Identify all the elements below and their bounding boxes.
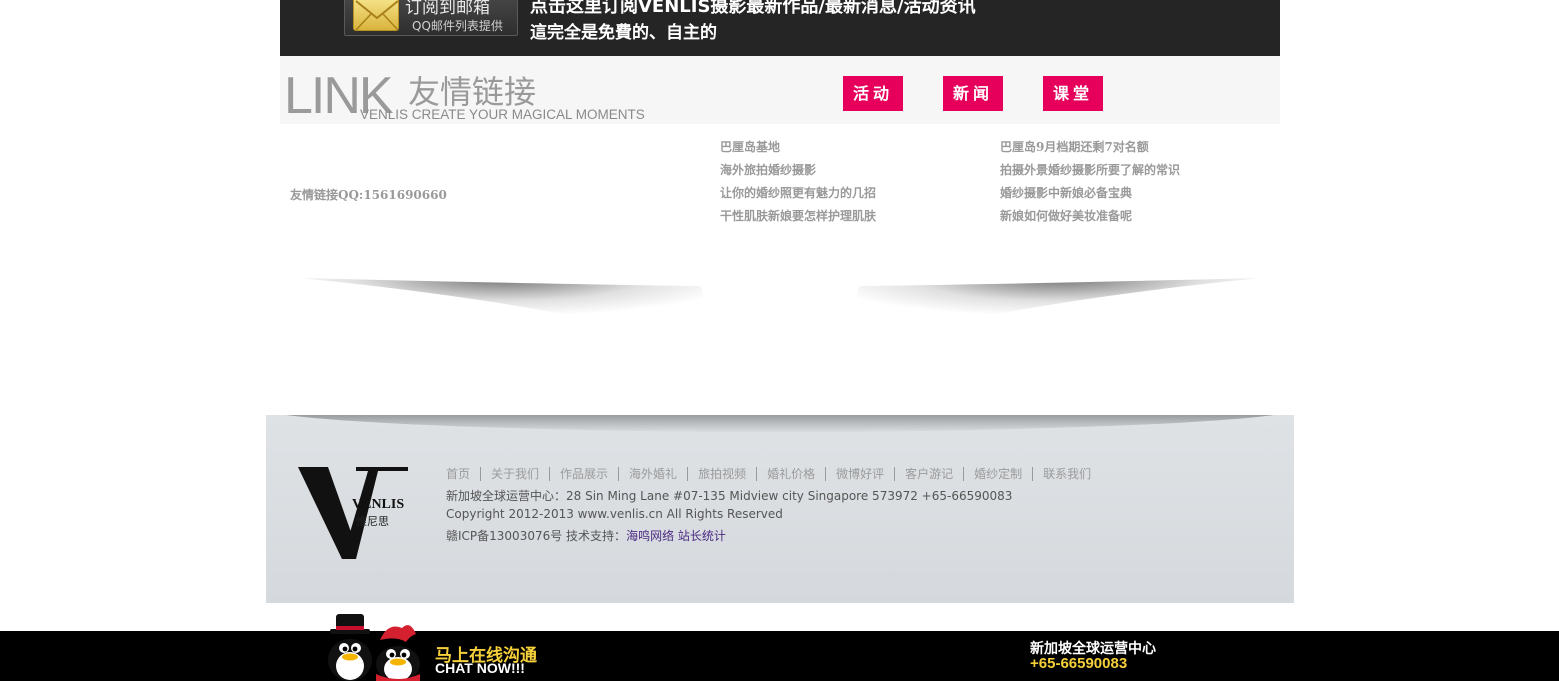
support-link[interactable]: 海鸣网络 [626, 529, 674, 543]
friend-link-qq: 友情链接QQ:1561690660 [290, 188, 447, 202]
list-item[interactable]: 巴厘岛基地 [720, 139, 876, 162]
chat-phone: +65-66590083 [1030, 655, 1128, 672]
footer-copyright: Copyright 2012-2013 www.venlis.cn All Ri… [446, 507, 783, 521]
decorative-shadow [300, 278, 1260, 342]
footer-nav-home[interactable]: 首页 [446, 467, 480, 481]
footer-nav-travel-video[interactable]: 旅拍视频 [687, 467, 756, 481]
chat-now-english[interactable]: CHAT NOW!!! [435, 660, 525, 676]
list-item[interactable]: 干性肌肤新娘要怎样护理肌肤 [720, 208, 876, 231]
subscribe-mail-button[interactable]: 订阅到邮箱 QQ邮件列表提供 [344, 0, 518, 36]
list-item[interactable]: 海外旅拍婚纱摄影 [720, 162, 876, 185]
footer-nav-contact[interactable]: 联系我们 [1032, 467, 1101, 481]
footer-nav-client-journals[interactable]: 客户游记 [894, 467, 963, 481]
stats-link[interactable]: 站长统计 [678, 529, 726, 543]
footer-nav-prices[interactable]: 婚礼价格 [756, 467, 825, 481]
site-footer: VENLIS 惟尼思 首页 关于我们 作品展示 海外婚礼 旅拍视频 婚礼价格 微… [266, 415, 1294, 603]
footer-top-shadow [286, 415, 1274, 433]
footer-nav: 首页 关于我们 作品展示 海外婚礼 旅拍视频 婚礼价格 微博好评 客户游记 婚纱… [446, 467, 1101, 481]
news-list-right: 巴厘岛9月档期还剩7对名额 拍摄外景婚纱摄影所要了解的常识 婚纱摄影中新娘必备宝… [1000, 139, 1180, 231]
subscribe-mail-provider: QQ邮件列表提供 [412, 19, 503, 33]
tab-classroom[interactable]: 课堂 [1043, 76, 1103, 111]
qq-penguin-icon[interactable] [318, 610, 430, 681]
list-item[interactable]: 新娘如何做好美妆准备呢 [1000, 208, 1180, 231]
link-logo-slogan: VENLIS CREATE YOUR MAGICAL MOMENTS [360, 107, 645, 122]
footer-nav-dress-custom[interactable]: 婚纱定制 [963, 467, 1032, 481]
footer-nav-works[interactable]: 作品展示 [549, 467, 618, 481]
footer-address: 新加坡全球运营中心：28 Sin Ming Lane #07-135 Midvi… [446, 489, 1013, 503]
list-item[interactable]: 婚纱摄影中新娘必备宝典 [1000, 185, 1180, 208]
venlis-logo: VENLIS 惟尼思 [298, 463, 412, 563]
subscribe-note: 這完全是免費的、自主的 [530, 23, 717, 43]
list-item[interactable]: 让你的婚纱照更有魅力的几招 [720, 185, 876, 208]
subscribe-link[interactable]: 点击这里订阅VENLIS摄影最新作品/最新消息/活动资讯 [530, 0, 976, 18]
footer-icp: 赣ICP备13003076号 技术支持：海鸣网络 站长统计 [446, 527, 726, 544]
footer-nav-overseas-wedding[interactable]: 海外婚礼 [618, 467, 687, 481]
footer-icp-text: 赣ICP备13003076号 技术支持： [446, 529, 627, 543]
news-list-left: 巴厘岛基地 海外旅拍婚纱摄影 让你的婚纱照更有魅力的几招 干性肌肤新娘要怎样护理… [720, 139, 876, 231]
footer-nav-weibo-reviews[interactable]: 微博好评 [825, 467, 894, 481]
logo-chinese: 惟尼思 [356, 515, 389, 528]
envelope-icon [353, 0, 399, 31]
subscribe-mail-title: 订阅到邮箱 [405, 0, 490, 18]
list-item[interactable]: 巴厘岛9月档期还剩7对名额 [1000, 139, 1180, 162]
tab-news[interactable]: 新闻 [943, 76, 1003, 111]
chat-bar: 马上在线沟通 CHAT NOW!!! 新加坡全球运营中心 +65-6659008… [0, 631, 1559, 681]
footer-nav-about[interactable]: 关于我们 [480, 467, 549, 481]
logo-text: VENLIS [352, 497, 405, 512]
friend-links-header: LINK 友情链接 VENLIS CREATE YOUR MAGICAL MOM… [280, 56, 1280, 124]
tab-activities[interactable]: 活动 [843, 76, 903, 111]
list-item[interactable]: 拍摄外景婚纱摄影所要了解的常识 [1000, 162, 1180, 185]
subscribe-bar: 订阅到邮箱 QQ邮件列表提供 点击这里订阅VENLIS摄影最新作品/最新消息/活… [280, 0, 1280, 56]
